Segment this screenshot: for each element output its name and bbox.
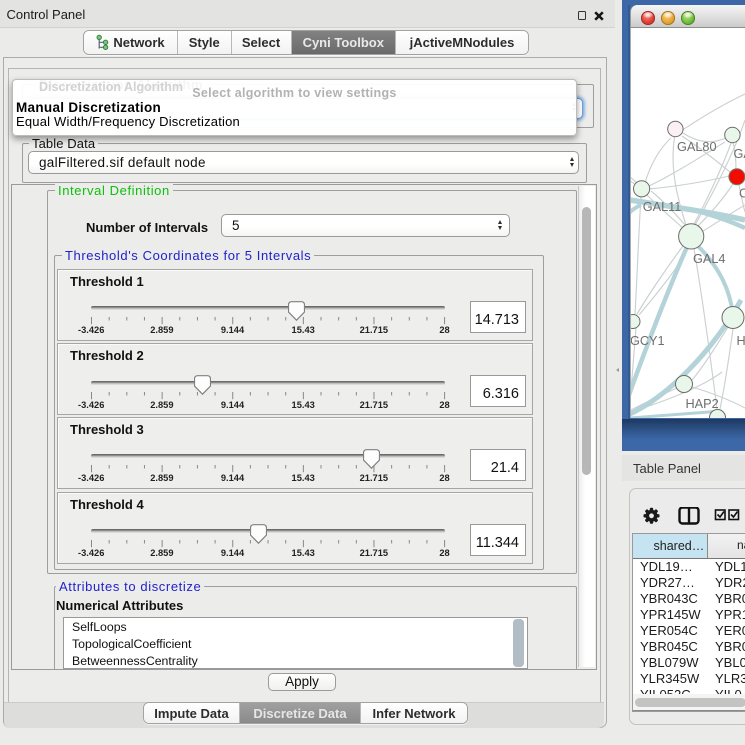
svg-text:GAL80: GAL80 bbox=[677, 140, 717, 154]
svg-text:GAL11: GAL11 bbox=[643, 200, 682, 214]
svg-text:GCY1: GCY1 bbox=[631, 334, 665, 348]
svg-text:GAL4: GAL4 bbox=[693, 252, 725, 266]
svg-text:C: C bbox=[739, 187, 745, 201]
svg-text:H: H bbox=[737, 334, 745, 348]
svg-text:GAL1: GAL1 bbox=[734, 147, 745, 161]
svg-text:HAP2: HAP2 bbox=[686, 397, 719, 411]
